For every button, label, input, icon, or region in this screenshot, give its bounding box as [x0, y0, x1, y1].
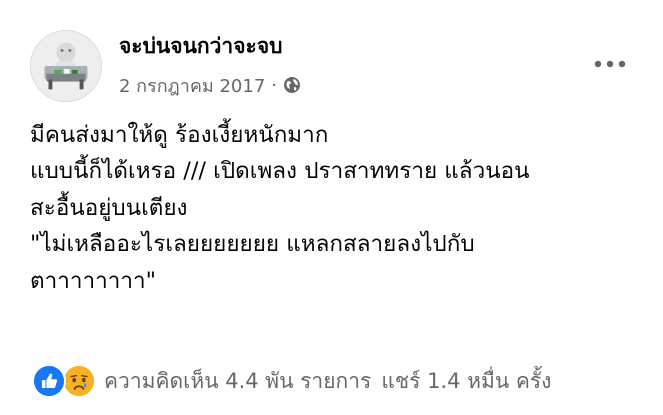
post-text-line: "ไม่เหลืออะไรเลยยยยยยย แหลกสลายลงไปกับ	[30, 231, 475, 258]
share-count[interactable]: แชร์ 1.4 หมื่น ครั้ง	[381, 365, 551, 398]
post-text-line: มีคนส่งมาให้ดู ร้องเงี้ยหนักมาก	[30, 122, 329, 148]
post-meta: 2 กรกฎาคม 2017 ·	[119, 72, 301, 98]
comment-count[interactable]: ความคิดเห็น 4.4 พัน รายการ	[104, 365, 371, 398]
post-date[interactable]: 2 กรกฎาคม 2017	[119, 71, 265, 100]
post-text-line: แบบนี้ก็ได้เหรอ /// เปิดเพลง ปราสาททราย …	[30, 158, 530, 185]
facebook-post: จะบ่นจนกว่าจะจบ 2 กรกฎาคม 2017 · มีคนส่ง…	[0, 0, 663, 415]
like-icon	[32, 364, 66, 398]
meta-separator: ·	[271, 74, 278, 96]
post-text: มีคนส่งมาให้ดู ร้องเงี้ยหนักมาก แบบนี้ก็…	[30, 117, 650, 299]
post-footer: ความคิดเห็น 4.4 พัน รายการ แชร์ 1.4 หมื่…	[32, 362, 551, 400]
author-avatar[interactable]	[30, 30, 102, 102]
post-text-line: ตาาาาาาาา"	[30, 267, 157, 294]
reactions-summary[interactable]	[32, 363, 98, 399]
author-name[interactable]: จะบ่นจนกว่าจะจบ	[119, 32, 282, 60]
sad-icon	[62, 364, 96, 398]
post-text-line: สะอื้นอยู่บนเตียง	[30, 194, 188, 221]
more-horizontal-icon	[594, 60, 626, 68]
globe-icon	[283, 76, 301, 94]
profile-picture	[31, 31, 101, 101]
more-options-button[interactable]	[590, 52, 630, 76]
